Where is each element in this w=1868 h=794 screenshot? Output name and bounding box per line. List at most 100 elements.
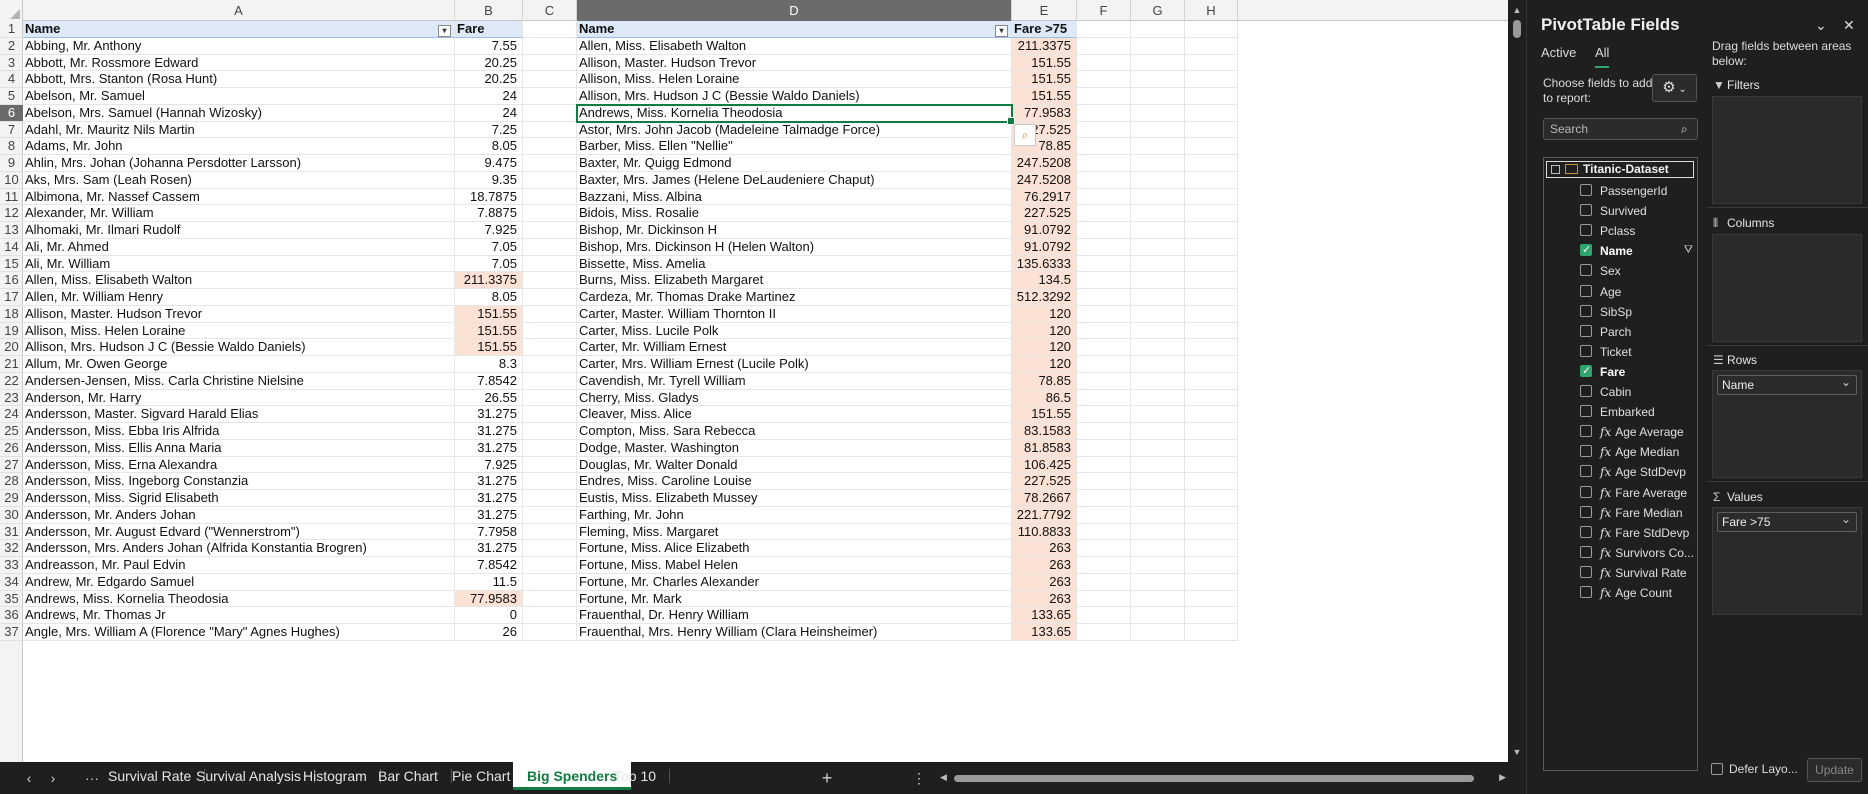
empty-cell[interactable] xyxy=(523,121,577,139)
rows-drop-area[interactable]: Name xyxy=(1712,370,1862,478)
cell-fare-e[interactable]: 91.0792 xyxy=(1012,222,1077,239)
row-header-14[interactable]: 14 xyxy=(0,239,23,256)
empty-cell[interactable] xyxy=(1077,322,1131,340)
row-header-10[interactable]: 10 xyxy=(0,172,23,189)
cell-fare-b[interactable]: 9.475 xyxy=(455,155,523,172)
empty-cell[interactable] xyxy=(1077,389,1131,407)
empty-cell[interactable] xyxy=(523,607,577,624)
empty-cell[interactable] xyxy=(523,573,577,591)
cell-name-d[interactable]: Bissette, Miss. Amelia xyxy=(577,255,1012,273)
empty-cell[interactable] xyxy=(1077,188,1131,206)
cell-fare-e[interactable]: 133.65 xyxy=(1012,607,1077,624)
empty-cell[interactable] xyxy=(1131,624,1185,641)
cell-name-a[interactable]: Ali, Mr. William xyxy=(23,255,455,273)
cell-name-d[interactable]: Burns, Miss. Elizabeth Margaret xyxy=(577,272,1012,289)
empty-cell[interactable] xyxy=(1077,557,1131,574)
empty-cell[interactable] xyxy=(1131,238,1185,256)
empty-cell[interactable] xyxy=(1185,171,1238,189)
close-icon[interactable]: ✕ xyxy=(1843,17,1855,34)
field-checkbox[interactable] xyxy=(1580,565,1592,578)
cell-name-a[interactable]: Ali, Mr. Ahmed xyxy=(23,238,455,256)
cell-fare-b[interactable]: 18.7875 xyxy=(455,188,523,206)
column-header-f[interactable]: F xyxy=(1077,0,1131,21)
empty-cell[interactable] xyxy=(1131,222,1185,239)
empty-cell[interactable] xyxy=(523,506,577,524)
next-sheet-icon[interactable]: › xyxy=(42,768,64,788)
rows-field-name[interactable]: Name xyxy=(1717,373,1857,395)
empty-cell[interactable] xyxy=(1077,305,1131,323)
cell-fare-b[interactable]: 8.05 xyxy=(455,138,523,155)
empty-cell[interactable] xyxy=(1077,222,1131,239)
cell-name-a[interactable]: Alexander, Mr. William xyxy=(23,205,455,222)
empty-cell[interactable] xyxy=(1131,506,1185,524)
cell-name-a[interactable]: Andersson, Mr. Anders Johan xyxy=(23,506,455,524)
field-checkbox[interactable] xyxy=(1580,586,1592,598)
cell-name-d[interactable]: Fleming, Miss. Margaret xyxy=(577,523,1012,541)
empty-cell[interactable] xyxy=(1077,238,1131,256)
cell-fare-e[interactable]: 151.55 xyxy=(1012,88,1077,105)
collapse-icon[interactable] xyxy=(1551,165,1560,174)
empty-cell[interactable] xyxy=(1077,456,1131,474)
empty-cell[interactable] xyxy=(1077,171,1131,189)
empty-cell[interactable] xyxy=(523,557,577,574)
cell-name-d[interactable]: Allison, Mrs. Hudson J C (Bessie Waldo D… xyxy=(577,88,1012,105)
cell-fare-b[interactable]: 8.3 xyxy=(455,356,523,373)
filter-funnel-icon[interactable]: ⛛ xyxy=(1684,244,1693,257)
empty-cell[interactable] xyxy=(1185,305,1238,323)
cell-name-d[interactable]: Fortune, Miss. Alice Elizabeth xyxy=(577,540,1012,557)
field-name[interactable]: Name ⛛ xyxy=(1544,241,1697,261)
cell-name-a[interactable]: Anderson, Mr. Harry xyxy=(23,389,455,407)
empty-cell[interactable] xyxy=(1131,389,1185,407)
row-header-9[interactable]: 9 xyxy=(0,155,23,172)
empty-cell[interactable] xyxy=(1131,88,1185,105)
empty-cell[interactable] xyxy=(1185,523,1238,541)
field-passengerid[interactable]: PassengerId xyxy=(1544,181,1697,201)
cell-fare-e[interactable]: 120 xyxy=(1012,339,1077,356)
field-pclass[interactable]: Pclass xyxy=(1544,221,1697,241)
empty-cell[interactable] xyxy=(1185,138,1238,155)
vertical-scrollbar[interactable]: ▲ ▼ xyxy=(1508,0,1526,762)
cell-fare-e[interactable]: 247.5208 xyxy=(1012,155,1077,172)
add-sheet-icon[interactable]: + xyxy=(816,768,838,788)
empty-cell[interactable] xyxy=(1185,88,1238,105)
field-checkbox[interactable] xyxy=(1580,425,1592,438)
empty-cell[interactable] xyxy=(1077,104,1131,122)
empty-cell[interactable] xyxy=(1185,490,1238,507)
empty-cell[interactable] xyxy=(1185,54,1238,72)
cell-name-d[interactable]: Fortune, Mr. Mark xyxy=(577,590,1012,608)
cell-fare-b[interactable]: 11.5 xyxy=(455,573,523,591)
empty-cell[interactable] xyxy=(1185,339,1238,356)
cell-name-a[interactable]: Angle, Mrs. William A (Florence "Mary" A… xyxy=(23,624,455,641)
quick-analysis-icon[interactable]: ⌕ xyxy=(1014,123,1036,146)
row-header-16[interactable]: 16 xyxy=(0,272,23,289)
cell-fare-b[interactable]: 26 xyxy=(455,624,523,641)
empty-cell[interactable] xyxy=(1131,406,1185,423)
cell-name-d[interactable]: Barber, Miss. Ellen "Nellie" xyxy=(577,138,1012,155)
cell-fare-b[interactable]: 20.25 xyxy=(455,71,523,88)
empty-cell[interactable] xyxy=(1131,322,1185,340)
cell-name-d[interactable]: Bidois, Miss. Rosalie xyxy=(577,205,1012,222)
tab-options-icon[interactable]: ⋮ xyxy=(908,768,930,788)
empty-cell[interactable] xyxy=(523,188,577,206)
cell-fare-b[interactable]: 0 xyxy=(455,607,523,624)
empty-cell[interactable] xyxy=(1077,423,1131,440)
row-header-30[interactable]: 30 xyxy=(0,507,23,524)
cell-name-d[interactable]: Baxter, Mrs. James (Helene DeLaudeniere … xyxy=(577,171,1012,189)
cell-name-a[interactable]: Abbing, Mr. Anthony xyxy=(23,37,455,55)
cell-area[interactable]: Name ▾ Fare Name ▾ Fare >75 Abbing, Mr. Anthon… xyxy=(23,21,1508,762)
empty-cell[interactable] xyxy=(1131,104,1185,122)
cell-name-a[interactable]: Andersson, Mr. August Edvard ("Wennerstr… xyxy=(23,523,455,541)
empty-cell[interactable] xyxy=(1131,305,1185,323)
empty-cell[interactable] xyxy=(1131,54,1185,72)
column-header-d[interactable]: D xyxy=(577,0,1012,21)
filters-drop-area[interactable] xyxy=(1712,96,1862,204)
sheet-tab-pie-chart[interactable]: Pie Chart xyxy=(438,762,525,790)
cell-name-d[interactable]: Cleaver, Miss. Alice xyxy=(577,406,1012,423)
empty-cell[interactable] xyxy=(1131,339,1185,356)
cell-fare-b[interactable]: 77.9583 xyxy=(455,590,523,608)
cell-name-a[interactable]: Andersson, Miss. Sigrid Elisabeth xyxy=(23,490,455,507)
cell-name-a[interactable]: Abelson, Mr. Samuel xyxy=(23,88,455,105)
cell-name-d[interactable]: Eustis, Miss. Elizabeth Mussey xyxy=(577,490,1012,507)
header-name-a[interactable]: Name ▾ xyxy=(23,21,455,38)
empty-cell[interactable] xyxy=(523,523,577,541)
